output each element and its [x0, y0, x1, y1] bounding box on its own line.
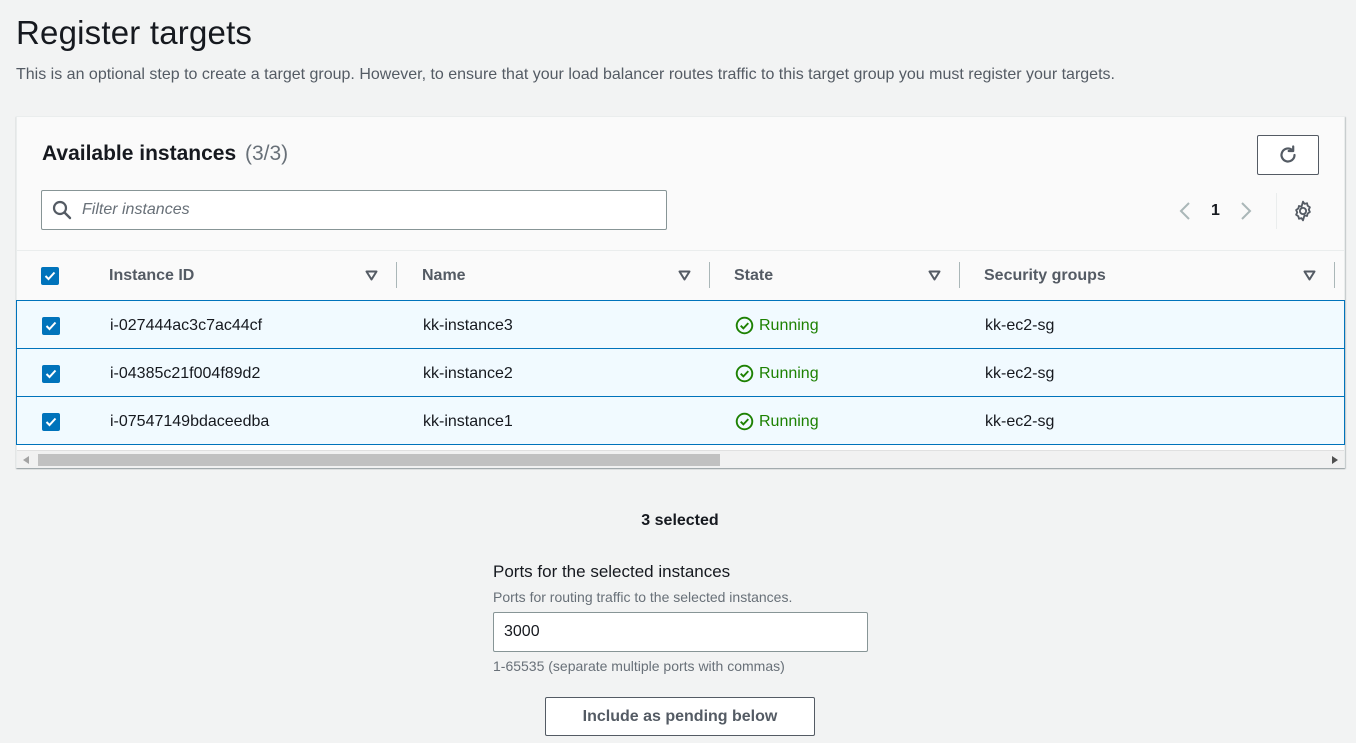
gear-icon — [1295, 200, 1311, 222]
triangle-right-icon — [1332, 456, 1338, 464]
column-header-state[interactable]: State — [734, 251, 773, 301]
selected-count: 3 selected — [641, 512, 719, 529]
pagination: 1 — [1175, 197, 1256, 225]
column-header-security-groups[interactable]: Security groups — [984, 251, 1106, 301]
panel-title-text: Available instances — [42, 142, 237, 165]
panel-title: Available instances (3/3) — [42, 142, 288, 166]
refresh-button[interactable] — [1257, 135, 1319, 175]
column-label: Name — [422, 267, 466, 284]
page-number-1[interactable]: 1 — [1211, 202, 1220, 220]
name-cell: kk-instance2 — [423, 364, 513, 382]
sort-caret-icon[interactable] — [928, 270, 941, 281]
page-description: This is an optional step to create a tar… — [16, 66, 1115, 83]
status-running-icon — [735, 364, 754, 383]
ports-input[interactable] — [493, 612, 868, 652]
filter-instances-box[interactable] — [41, 190, 667, 230]
select-all-checkbox[interactable] — [41, 267, 59, 285]
table-row[interactable]: i-04385c21f004f89d2 kk-instance2 Running… — [16, 348, 1345, 397]
previous-page-button[interactable] — [1175, 198, 1195, 224]
ports-hint: 1-65535 (separate multiple ports with co… — [493, 658, 785, 674]
next-page-button[interactable] — [1236, 198, 1256, 224]
include-as-pending-button[interactable]: Include as pending below — [545, 697, 815, 736]
available-instances-panel: Available instances (3/3) 1 — [16, 116, 1345, 468]
instance-id-cell: i-04385c21f004f89d2 — [110, 364, 261, 382]
column-divider[interactable] — [709, 262, 710, 288]
check-icon — [44, 271, 56, 281]
preferences-button[interactable] — [1290, 198, 1316, 224]
security-groups-cell: kk-ec2-sg — [985, 316, 1055, 334]
security-groups-cell: kk-ec2-sg — [985, 364, 1055, 382]
instance-count: (3/3) — [245, 142, 289, 165]
filter-instances-input[interactable] — [82, 201, 652, 219]
column-header-instance-id[interactable]: Instance ID — [109, 251, 194, 301]
column-header-name[interactable]: Name — [422, 251, 466, 301]
triangle-left-icon — [23, 456, 29, 464]
search-icon — [42, 191, 82, 229]
sort-caret-icon[interactable] — [1303, 270, 1316, 281]
table-row[interactable]: i-027444ac3c7ac44cf kk-instance3 Running… — [16, 300, 1345, 349]
check-icon — [45, 321, 57, 330]
status-running-icon — [735, 316, 754, 335]
name-cell: kk-instance3 — [423, 316, 513, 334]
security-groups-cell: kk-ec2-sg — [985, 412, 1055, 430]
state-text: Running — [759, 316, 819, 334]
row-checkbox[interactable] — [42, 412, 60, 431]
column-divider[interactable] — [396, 262, 397, 288]
instance-id-cell: i-027444ac3c7ac44cf — [110, 316, 263, 334]
select-all-cell — [41, 251, 59, 301]
chevron-left-icon — [1179, 202, 1190, 220]
scroll-left-arrow[interactable] — [21, 455, 31, 465]
state-cell: Running — [735, 349, 819, 398]
row-select-cell — [42, 349, 60, 398]
column-divider[interactable] — [959, 262, 960, 288]
check-icon — [45, 369, 57, 378]
column-divider[interactable] — [1334, 262, 1335, 288]
panel-header: Available instances (3/3) 1 — [17, 117, 1344, 251]
sort-caret-icon[interactable] — [678, 270, 691, 281]
row-select-cell — [42, 301, 60, 350]
column-label: Security groups — [984, 267, 1106, 284]
column-label: Instance ID — [109, 267, 195, 284]
name-cell: kk-instance1 — [423, 412, 513, 430]
instances-table: Instance ID Name State Security groups i… — [16, 251, 1345, 445]
row-checkbox[interactable] — [42, 364, 60, 383]
pager-divider — [1276, 193, 1277, 229]
table-header: Instance ID Name State Security groups — [17, 251, 1344, 301]
table-row[interactable]: i-07547149bdaceedba kk-instance1 Running… — [16, 396, 1345, 445]
state-cell: Running — [735, 301, 819, 350]
row-checkbox[interactable] — [42, 316, 60, 335]
horizontal-scrollbar[interactable] — [17, 450, 1344, 468]
scroll-right-arrow[interactable] — [1330, 455, 1340, 465]
ports-description: Ports for routing traffic to the selecte… — [493, 589, 793, 605]
sort-caret-icon[interactable] — [365, 270, 378, 281]
state-text: Running — [759, 412, 819, 430]
chevron-right-icon — [1241, 202, 1252, 220]
page-title: Register targets — [16, 14, 253, 51]
instance-id-cell: i-07547149bdaceedba — [110, 412, 270, 430]
scrollbar-thumb[interactable] — [38, 454, 720, 466]
column-label: State — [734, 267, 774, 284]
state-cell: Running — [735, 397, 819, 446]
row-select-cell — [42, 397, 60, 446]
refresh-icon — [1280, 145, 1296, 163]
ports-label: Ports for the selected instances — [493, 562, 731, 581]
check-icon — [45, 417, 57, 426]
state-text: Running — [759, 364, 819, 382]
status-running-icon — [735, 412, 754, 431]
